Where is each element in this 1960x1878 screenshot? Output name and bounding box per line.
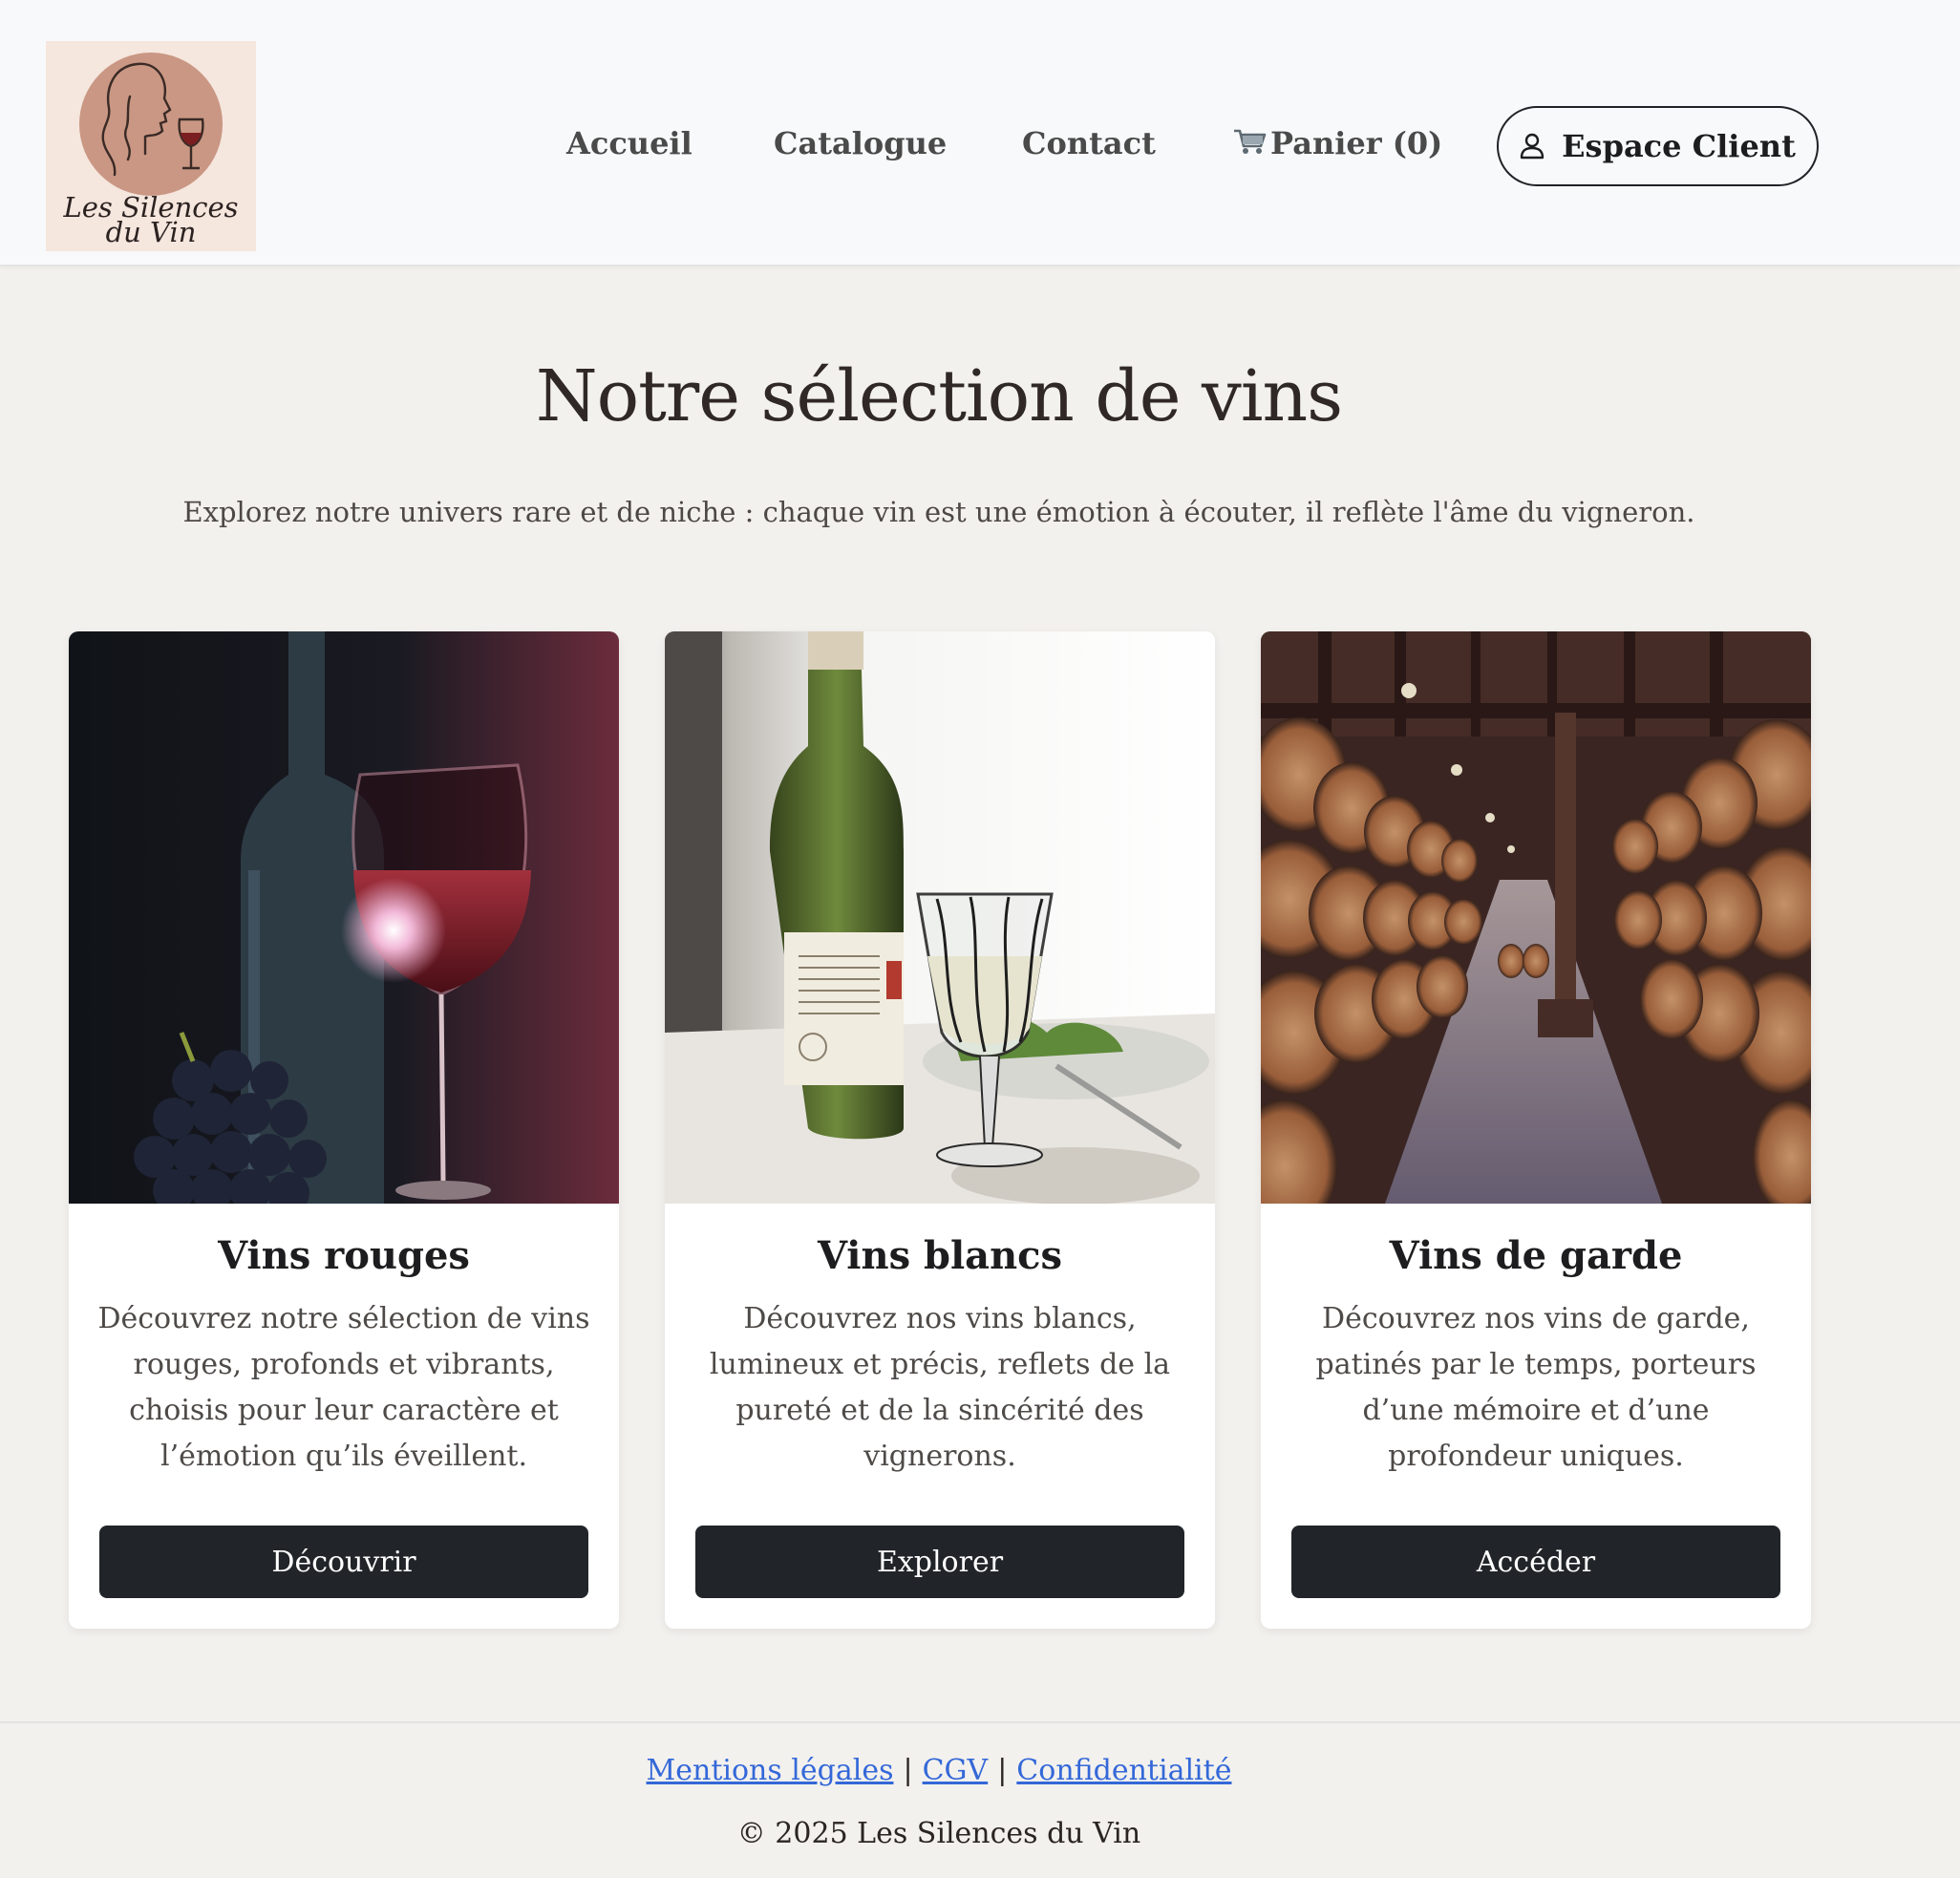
footer-separator: | <box>903 1754 913 1787</box>
site-header: Les Silences du Vin Accueil Catalogue Co… <box>0 0 1960 267</box>
privacy-link[interactable]: Confidentialité <box>1016 1754 1231 1787</box>
client-button-label: Espace Client <box>1562 128 1796 164</box>
page-title: Notre sélection de vins <box>535 355 1343 437</box>
red-wine-image <box>69 631 619 1204</box>
cart-label: Panier (0) <box>1270 125 1443 161</box>
card-description: Découvrez notre sélection de vins rouges… <box>97 1302 590 1473</box>
nav-catalog-link[interactable]: Catalogue <box>774 122 947 164</box>
access-button[interactable]: Accéder <box>1291 1526 1780 1598</box>
discover-button[interactable]: Découvrir <box>99 1526 588 1598</box>
nav-contact-link[interactable]: Contact <box>1022 122 1156 164</box>
explore-button[interactable]: Explorer <box>695 1526 1184 1598</box>
logo-graphic: Les Silences du Vin <box>62 53 239 248</box>
logo-text-line2: du Vin <box>106 216 197 248</box>
brand-logo[interactable]: Les Silences du Vin <box>46 41 256 251</box>
white-wine-image <box>665 631 1215 1204</box>
user-icon <box>1520 133 1545 160</box>
copyright-text: © 2025 Les Silences du Vin <box>736 1817 1141 1850</box>
legal-notice-link[interactable]: Mentions légales <box>647 1754 894 1787</box>
footer-separator: | <box>997 1754 1008 1787</box>
category-card-aging: Vins de garde Découvrez nos vins de gard… <box>1261 631 1811 1629</box>
card-description: Découvrez nos vins blancs, lumineux et p… <box>709 1302 1171 1473</box>
card-title: Vins blancs <box>817 1233 1063 1278</box>
page-subtitle: Explorez notre univers rare et de niche … <box>182 496 1695 528</box>
card-title: Vins de garde <box>1389 1233 1683 1278</box>
footer-divider <box>0 1721 1960 1723</box>
footer-links: Mentions légales | CGV | Confidentialité <box>0 1754 1878 1787</box>
shopping-cart-icon <box>1232 127 1267 156</box>
nav-cart-link[interactable]: Panier (0) <box>1232 122 1442 164</box>
card-title: Vins rouges <box>218 1233 470 1278</box>
client-area-button[interactable]: Espace Client <box>1497 106 1819 186</box>
nav-home-link[interactable]: Accueil <box>566 122 692 164</box>
category-card-white: Vins blancs Découvrez nos vins blancs, l… <box>665 631 1215 1629</box>
wine-cellar-image <box>1261 631 1811 1204</box>
category-card-red: Vins rouges Découvrez notre sélection de… <box>69 631 619 1629</box>
card-description: Découvrez nos vins de garde, patinés par… <box>1315 1302 1757 1473</box>
cgv-link[interactable]: CGV <box>923 1754 989 1787</box>
